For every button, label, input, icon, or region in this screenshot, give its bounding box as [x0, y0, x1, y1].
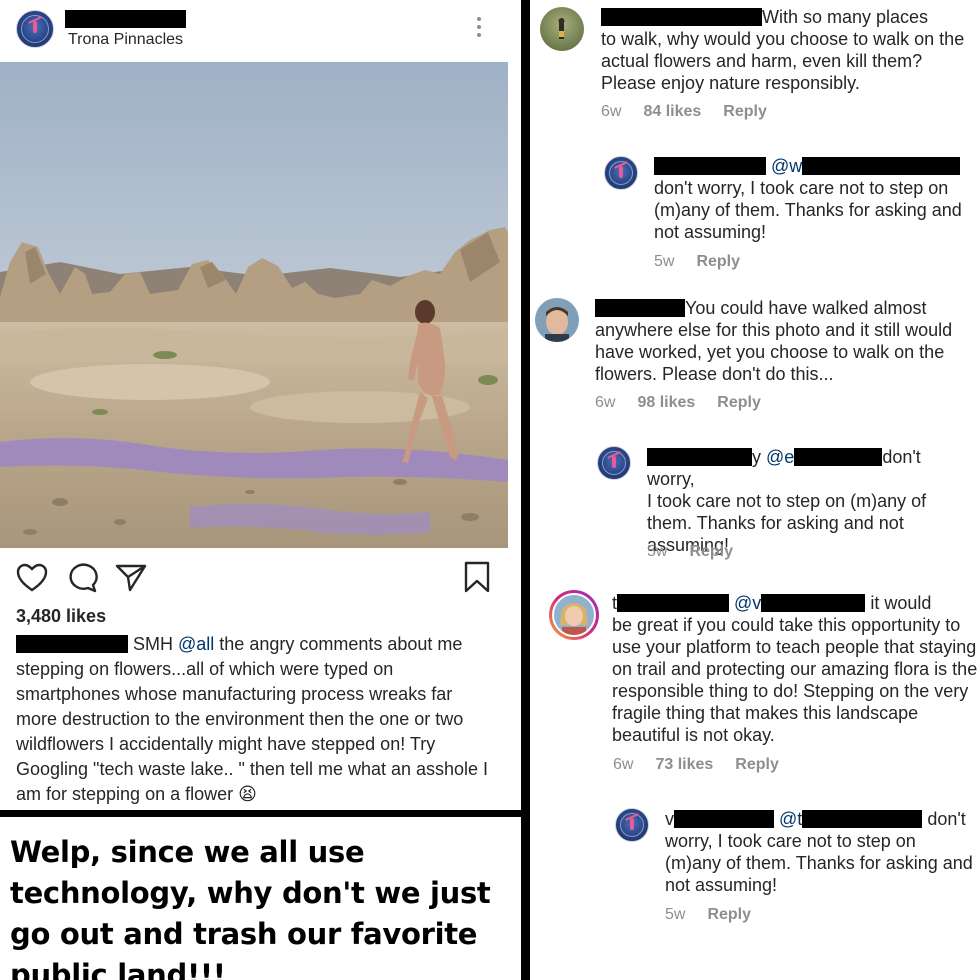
- reply-age: 5w: [647, 543, 668, 560]
- comment-likes[interactable]: 84 likes: [643, 103, 701, 120]
- reply-button[interactable]: Reply: [735, 756, 779, 773]
- comment-text: You could have walked almost anywhere els…: [595, 298, 953, 384]
- reply-age: 5w: [665, 906, 686, 923]
- comment-meta: 6w 84 likes Reply: [601, 103, 789, 121]
- panel-divider-vertical: [521, 0, 530, 980]
- meme-caption: Welp, since we all use technology, why d…: [10, 835, 491, 980]
- redacted-username: [654, 157, 766, 175]
- comment-age: 6w: [601, 103, 622, 120]
- reply-button[interactable]: Reply: [717, 394, 761, 411]
- redacted-username: [16, 635, 128, 653]
- like-heart-icon[interactable]: [16, 563, 48, 598]
- post-author-avatar[interactable]: [16, 10, 54, 48]
- redacted-mention: [794, 448, 883, 466]
- commenter-avatar[interactable]: [540, 7, 584, 51]
- redacted-mention: [761, 594, 866, 612]
- reply-author-avatar[interactable]: [597, 446, 631, 480]
- reply-author-avatar[interactable]: [615, 808, 649, 842]
- more-options-icon[interactable]: [474, 17, 484, 41]
- post-photo[interactable]: [0, 62, 508, 548]
- reply-text: @w don't worry, I took care not to step o…: [654, 156, 962, 242]
- comment-likes[interactable]: 98 likes: [637, 394, 695, 411]
- post-likes-count[interactable]: 3,480 likes: [16, 606, 106, 627]
- reply-meta: 5w Reply: [654, 253, 762, 271]
- reply-button[interactable]: Reply: [707, 906, 751, 923]
- bookmark-save-icon[interactable]: [464, 561, 490, 598]
- caption-mention[interactable]: @all: [178, 634, 214, 654]
- reply-button[interactable]: Reply: [723, 103, 767, 120]
- comment-likes[interactable]: 73 likes: [655, 756, 713, 773]
- redacted-username: [647, 448, 752, 466]
- caption-text-body: the angry comments about me stepping on …: [16, 634, 489, 804]
- comment-age: 6w: [595, 394, 616, 411]
- redacted-username: [617, 594, 730, 612]
- comment-age: 6w: [613, 756, 634, 773]
- reply-button[interactable]: Reply: [689, 543, 733, 560]
- commenter-avatar[interactable]: [535, 298, 579, 342]
- comment-meta: 6w 73 likes Reply: [613, 756, 801, 774]
- reply-author-avatar[interactable]: [604, 156, 638, 190]
- redacted-mention: [802, 157, 961, 175]
- comment-meta: 6w 98 likes Reply: [595, 394, 783, 412]
- comment-text: t @v it would be great if you could take …: [612, 593, 978, 745]
- share-direct-icon[interactable]: [115, 563, 147, 598]
- reply-meta: 5w Reply: [665, 906, 773, 924]
- reply-age: 5w: [654, 253, 675, 270]
- reply-text: y @e don't worry, I took care not to step …: [647, 447, 927, 555]
- post-caption: SMH @all the angry comments about me ste…: [16, 632, 498, 807]
- redacted-username: [65, 10, 186, 28]
- reply-meta: 5w Reply: [647, 543, 755, 561]
- redacted-mention: [802, 810, 923, 828]
- reply-button[interactable]: Reply: [696, 253, 740, 270]
- redacted-username: [601, 8, 762, 26]
- tired-face-emoji: 😫: [238, 784, 257, 804]
- caption-text-start: SMH: [128, 634, 179, 654]
- reply-text: v @t don't worry, I took care not to step…: [665, 809, 973, 895]
- post-location[interactable]: Trona Pinnacles: [68, 31, 183, 49]
- commenter-avatar-story-ring[interactable]: [549, 590, 599, 640]
- comment-icon[interactable]: [66, 563, 98, 598]
- comment-text: With so many places to walk, why would yo…: [601, 7, 965, 93]
- redacted-username: [595, 299, 685, 317]
- panel-divider-horizontal: [0, 810, 521, 817]
- redacted-username: [674, 810, 774, 828]
